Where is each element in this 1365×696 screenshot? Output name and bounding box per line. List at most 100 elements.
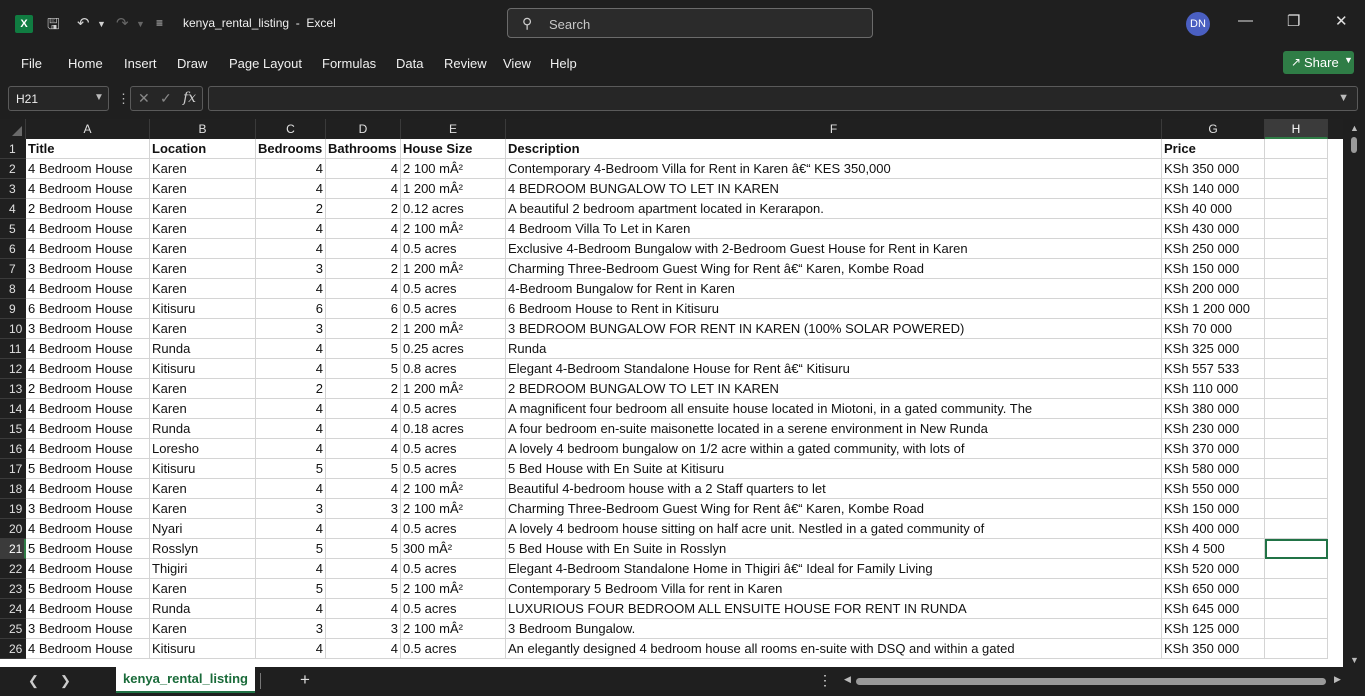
add-sheet-icon[interactable]: + xyxy=(300,670,310,690)
cell-h5[interactable] xyxy=(1265,219,1328,239)
row-header[interactable]: 16 xyxy=(0,439,26,459)
cell-g4[interactable]: KSh 40 000 xyxy=(1162,199,1265,219)
cell-b24[interactable]: Runda xyxy=(150,599,256,619)
cell-a18[interactable]: 4 Bedroom House xyxy=(26,479,150,499)
cell-b8[interactable]: Karen xyxy=(150,279,256,299)
cell-c6[interactable]: 4 xyxy=(256,239,326,259)
cell-d7[interactable]: 2 xyxy=(326,259,401,279)
cell-h24[interactable] xyxy=(1265,599,1328,619)
cell-e18[interactable]: 2 100 mÂ² xyxy=(401,479,506,499)
cell-e4[interactable]: 0.12 acres xyxy=(401,199,506,219)
cell-f14[interactable]: A magnificent four bedroom all ensuite h… xyxy=(506,399,1162,419)
cell-e21[interactable]: 300 mÂ² xyxy=(401,539,506,559)
menu-review[interactable]: Review xyxy=(444,56,487,71)
cell-a14[interactable]: 4 Bedroom House xyxy=(26,399,150,419)
cell-b7[interactable]: Karen xyxy=(150,259,256,279)
scroll-right-icon[interactable]: ▶ xyxy=(1334,674,1341,685)
header-cell[interactable]: Price xyxy=(1162,139,1265,159)
cell-b19[interactable]: Karen xyxy=(150,499,256,519)
column-header-f[interactable]: F xyxy=(506,119,1162,139)
cell-a8[interactable]: 4 Bedroom House xyxy=(26,279,150,299)
horizontal-scrollbar[interactable]: ◀ ▶ xyxy=(842,674,1346,687)
cell-e3[interactable]: 1 200 mÂ² xyxy=(401,179,506,199)
cell-d10[interactable]: 2 xyxy=(326,319,401,339)
cell-d4[interactable]: 2 xyxy=(326,199,401,219)
cell-a21[interactable]: 5 Bedroom House xyxy=(26,539,150,559)
cell-d2[interactable]: 4 xyxy=(326,159,401,179)
cell-c26[interactable]: 4 xyxy=(256,639,326,659)
column-header-h[interactable]: H xyxy=(1265,119,1328,139)
cell-d17[interactable]: 5 xyxy=(326,459,401,479)
cell-f26[interactable]: An elegantly designed 4 bedroom house al… xyxy=(506,639,1162,659)
cell-g13[interactable]: KSh 110 000 xyxy=(1162,379,1265,399)
cell-a24[interactable]: 4 Bedroom House xyxy=(26,599,150,619)
row-header[interactable]: 4 xyxy=(0,199,26,219)
cell-d11[interactable]: 5 xyxy=(326,339,401,359)
cell-b17[interactable]: Kitisuru xyxy=(150,459,256,479)
cell-d21[interactable]: 5 xyxy=(326,539,401,559)
row-header[interactable]: 13 xyxy=(0,379,26,399)
restore-icon[interactable]: ❐ xyxy=(1287,12,1300,30)
cell-f24[interactable]: LUXURIOUS FOUR BEDROOM ALL ENSUITE HOUSE… xyxy=(506,599,1162,619)
cell-c13[interactable]: 2 xyxy=(256,379,326,399)
scroll-thumb[interactable] xyxy=(856,678,1326,685)
cell-f16[interactable]: A lovely 4 bedroom bungalow on 1/2 acre … xyxy=(506,439,1162,459)
cell-a23[interactable]: 5 Bedroom House xyxy=(26,579,150,599)
name-box[interactable]: H21 ▼ xyxy=(8,86,109,111)
cell-h12[interactable] xyxy=(1265,359,1328,379)
cell-h17[interactable] xyxy=(1265,459,1328,479)
cell-f13[interactable]: 2 BEDROOM BUNGALOW TO LET IN KAREN xyxy=(506,379,1162,399)
cell-h14[interactable] xyxy=(1265,399,1328,419)
cell-a10[interactable]: 3 Bedroom House xyxy=(26,319,150,339)
cell-e8[interactable]: 0.5 acres xyxy=(401,279,506,299)
cell-b9[interactable]: Kitisuru xyxy=(150,299,256,319)
cell-b23[interactable]: Karen xyxy=(150,579,256,599)
prev-sheet-icon[interactable]: ❮ xyxy=(28,673,39,689)
more-options-icon[interactable]: ⋮ xyxy=(818,672,832,689)
cell-b14[interactable]: Karen xyxy=(150,399,256,419)
cell-a2[interactable]: 4 Bedroom House xyxy=(26,159,150,179)
cell-g8[interactable]: KSh 200 000 xyxy=(1162,279,1265,299)
cell-f3[interactable]: 4 BEDROOM BUNGALOW TO LET IN KAREN xyxy=(506,179,1162,199)
cell-h23[interactable] xyxy=(1265,579,1328,599)
row-header[interactable]: 19 xyxy=(0,499,26,519)
cell-d20[interactable]: 4 xyxy=(326,519,401,539)
cell-d16[interactable]: 4 xyxy=(326,439,401,459)
cell-e16[interactable]: 0.5 acres xyxy=(401,439,506,459)
row-header[interactable]: 11 xyxy=(0,339,26,359)
select-all-button[interactable] xyxy=(0,119,26,139)
menu-page-layout[interactable]: Page Layout xyxy=(229,56,302,71)
cell-b20[interactable]: Nyari xyxy=(150,519,256,539)
cell-g12[interactable]: KSh 557 533 xyxy=(1162,359,1265,379)
cell-e15[interactable]: 0.18 acres xyxy=(401,419,506,439)
cell-h11[interactable] xyxy=(1265,339,1328,359)
undo-dropdown-icon[interactable]: ▼ xyxy=(97,19,106,29)
cell-h18[interactable] xyxy=(1265,479,1328,499)
user-avatar[interactable]: DN xyxy=(1186,12,1210,36)
cell-a3[interactable]: 4 Bedroom House xyxy=(26,179,150,199)
cell-d15[interactable]: 4 xyxy=(326,419,401,439)
header-cell[interactable]: Bathrooms xyxy=(326,139,401,159)
column-header-d[interactable]: D xyxy=(326,119,401,139)
cell-a5[interactable]: 4 Bedroom House xyxy=(26,219,150,239)
cell-f23[interactable]: Contemporary 5 Bedroom Villa for rent in… xyxy=(506,579,1162,599)
minimize-icon[interactable]: — xyxy=(1238,12,1253,29)
row-header[interactable]: 20 xyxy=(0,519,26,539)
cell-b18[interactable]: Karen xyxy=(150,479,256,499)
cell-h16[interactable] xyxy=(1265,439,1328,459)
cell-a16[interactable]: 4 Bedroom House xyxy=(26,439,150,459)
row-header[interactable]: 22 xyxy=(0,559,26,579)
cell-f21[interactable]: 5 Bed House with En Suite in Rosslyn xyxy=(506,539,1162,559)
menu-help[interactable]: Help xyxy=(550,56,577,71)
cell-b10[interactable]: Karen xyxy=(150,319,256,339)
cell-e17[interactable]: 0.5 acres xyxy=(401,459,506,479)
cell-g5[interactable]: KSh 430 000 xyxy=(1162,219,1265,239)
cell-d22[interactable]: 4 xyxy=(326,559,401,579)
customize-toolbar-icon[interactable]: ≡ xyxy=(156,16,163,30)
cell-c15[interactable]: 4 xyxy=(256,419,326,439)
cell-g3[interactable]: KSh 140 000 xyxy=(1162,179,1265,199)
cell-b13[interactable]: Karen xyxy=(150,379,256,399)
cell-e23[interactable]: 2 100 mÂ² xyxy=(401,579,506,599)
cell-g10[interactable]: KSh 70 000 xyxy=(1162,319,1265,339)
cell-g22[interactable]: KSh 520 000 xyxy=(1162,559,1265,579)
